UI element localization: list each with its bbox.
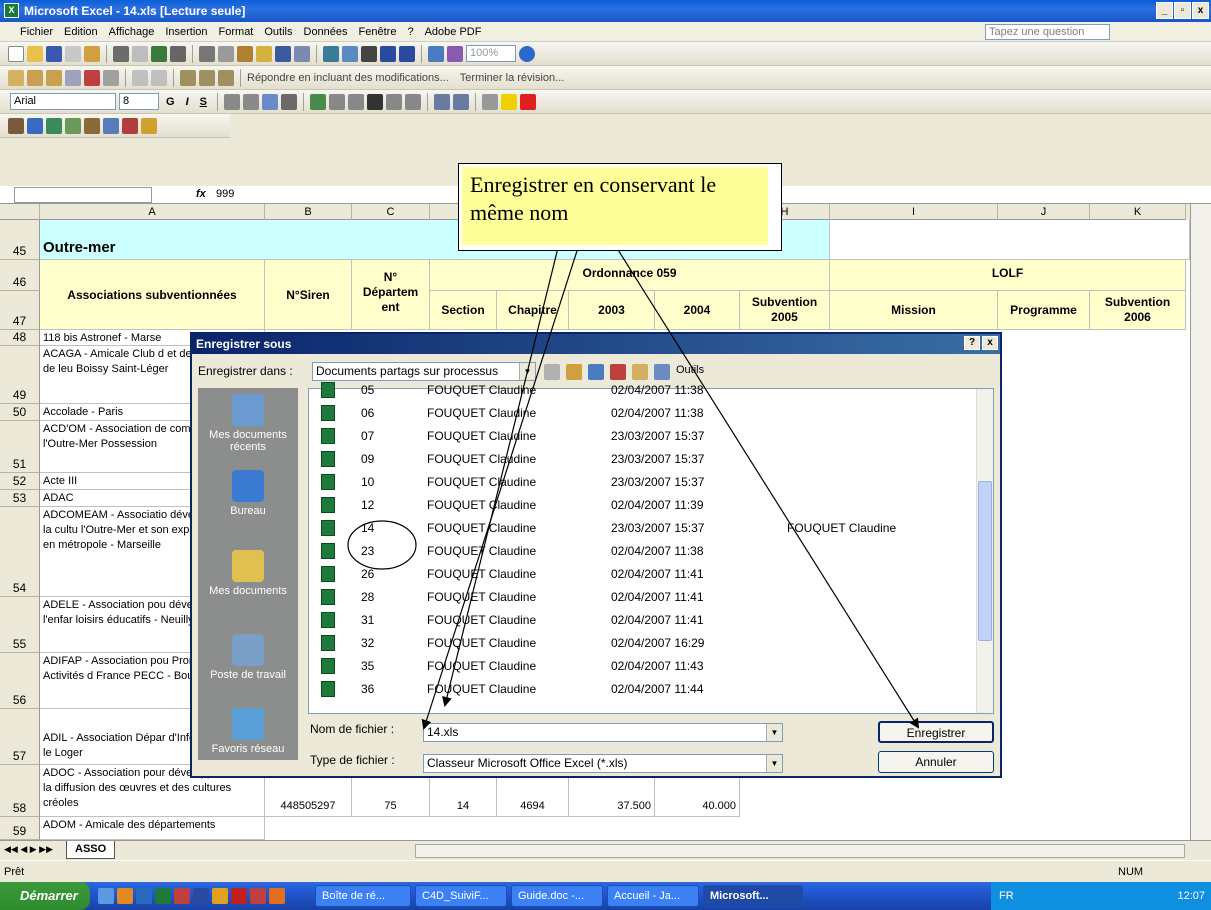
arrow-to-save-button — [575, 182, 920, 729]
arrow-to-filename-field — [421, 228, 585, 730]
annotation-callout: Enregistrer en conservant le même nom — [458, 163, 782, 251]
annotation-overlay — [347, 182, 920, 730]
arrow-to-filename — [442, 182, 575, 707]
callout-text: Enregistrer en conservant le même nom — [462, 167, 768, 245]
highlight-circle — [347, 520, 417, 570]
